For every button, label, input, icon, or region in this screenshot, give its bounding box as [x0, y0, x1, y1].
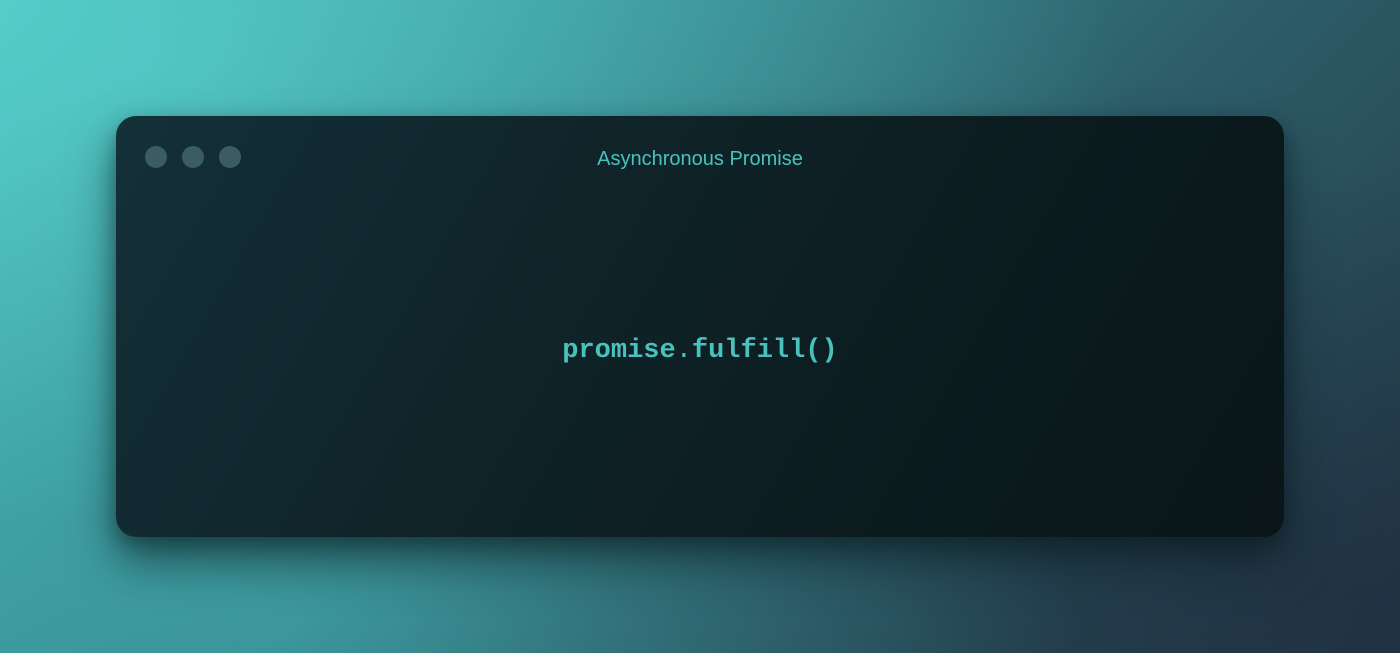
code-object: promise [562, 336, 676, 366]
code-line: promise.fulfill() [116, 335, 1284, 367]
window-title: Asynchronous Promise [597, 148, 803, 170]
code-separator: . [675, 336, 692, 366]
code-method: fulfill() [691, 336, 838, 366]
window-titlebar: Asynchronous Promise [116, 116, 1284, 196]
code-window: Asynchronous Promise promise.fulfill() [116, 116, 1284, 537]
